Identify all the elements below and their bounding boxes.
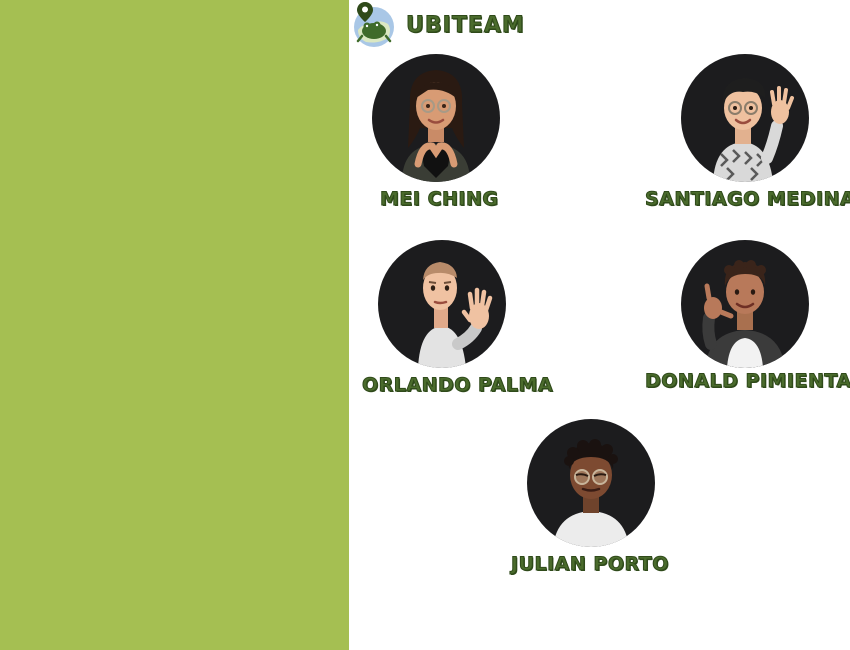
memoji-man-raised-hand-icon bbox=[378, 240, 506, 368]
memoji-woman-heart-hands-icon bbox=[372, 54, 500, 182]
brand-name: UBITEAM bbox=[406, 12, 525, 38]
memoji-man-waving-glasses-icon bbox=[681, 54, 809, 182]
frog-location-pin-logo-icon bbox=[354, 2, 394, 47]
member-name: DONALD PIMIENTA bbox=[645, 370, 850, 393]
left-green-panel bbox=[0, 0, 349, 650]
memoji-man-call-me-gesture-icon bbox=[681, 240, 809, 368]
member-name: JULIAN PORTO bbox=[511, 553, 669, 576]
member-name: ORLANDO PALMA bbox=[361, 374, 554, 397]
member-name: SANTIAGO MEDINA bbox=[644, 188, 850, 211]
member-name: MEI CHING bbox=[379, 188, 499, 211]
memoji-man-curly-hair-glasses-icon bbox=[527, 419, 655, 547]
brand-header[interactable]: UBITEAM bbox=[352, 0, 525, 48]
